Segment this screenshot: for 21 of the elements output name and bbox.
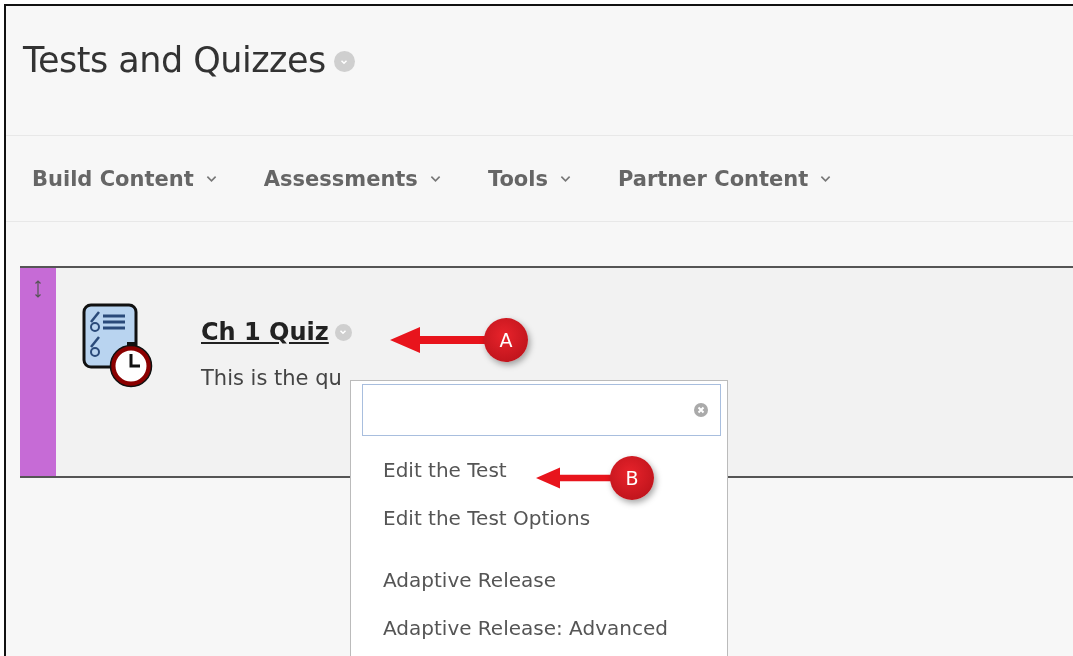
nav-menu-button[interactable]: Tools	[487, 166, 571, 191]
chevron-circle-icon[interactable]	[333, 51, 355, 72]
quiz-description: This is the qu	[201, 366, 343, 390]
menu-item[interactable]: Edit the Test Options	[383, 494, 591, 542]
nav-menu-button[interactable]: Assessments	[263, 166, 441, 191]
menu-item[interactable]: Adaptive Release: Advanced	[383, 604, 668, 652]
chevron-circle-icon[interactable]	[334, 323, 352, 341]
menu-item[interactable]: Edit the Test	[383, 446, 507, 494]
chevron-down-icon	[205, 174, 217, 183]
clear-icon[interactable]	[694, 403, 708, 417]
vertical-arrows-icon	[34, 280, 42, 298]
nav-menu-button[interactable]: Partner Content	[617, 166, 832, 191]
menu-search-field[interactable]	[362, 384, 721, 436]
menu-item[interactable]: Adaptive Release	[383, 556, 557, 604]
quiz-title-link[interactable]: Ch 1 Quiz	[201, 318, 329, 346]
chevron-down-icon	[429, 174, 441, 183]
chevron-down-icon	[559, 174, 571, 183]
nav-menu-button[interactable]: Build Content	[32, 166, 217, 191]
page-title: Tests and Quizzes	[23, 40, 326, 80]
chevron-down-icon	[820, 174, 832, 183]
drag-handle[interactable]	[20, 268, 56, 476]
